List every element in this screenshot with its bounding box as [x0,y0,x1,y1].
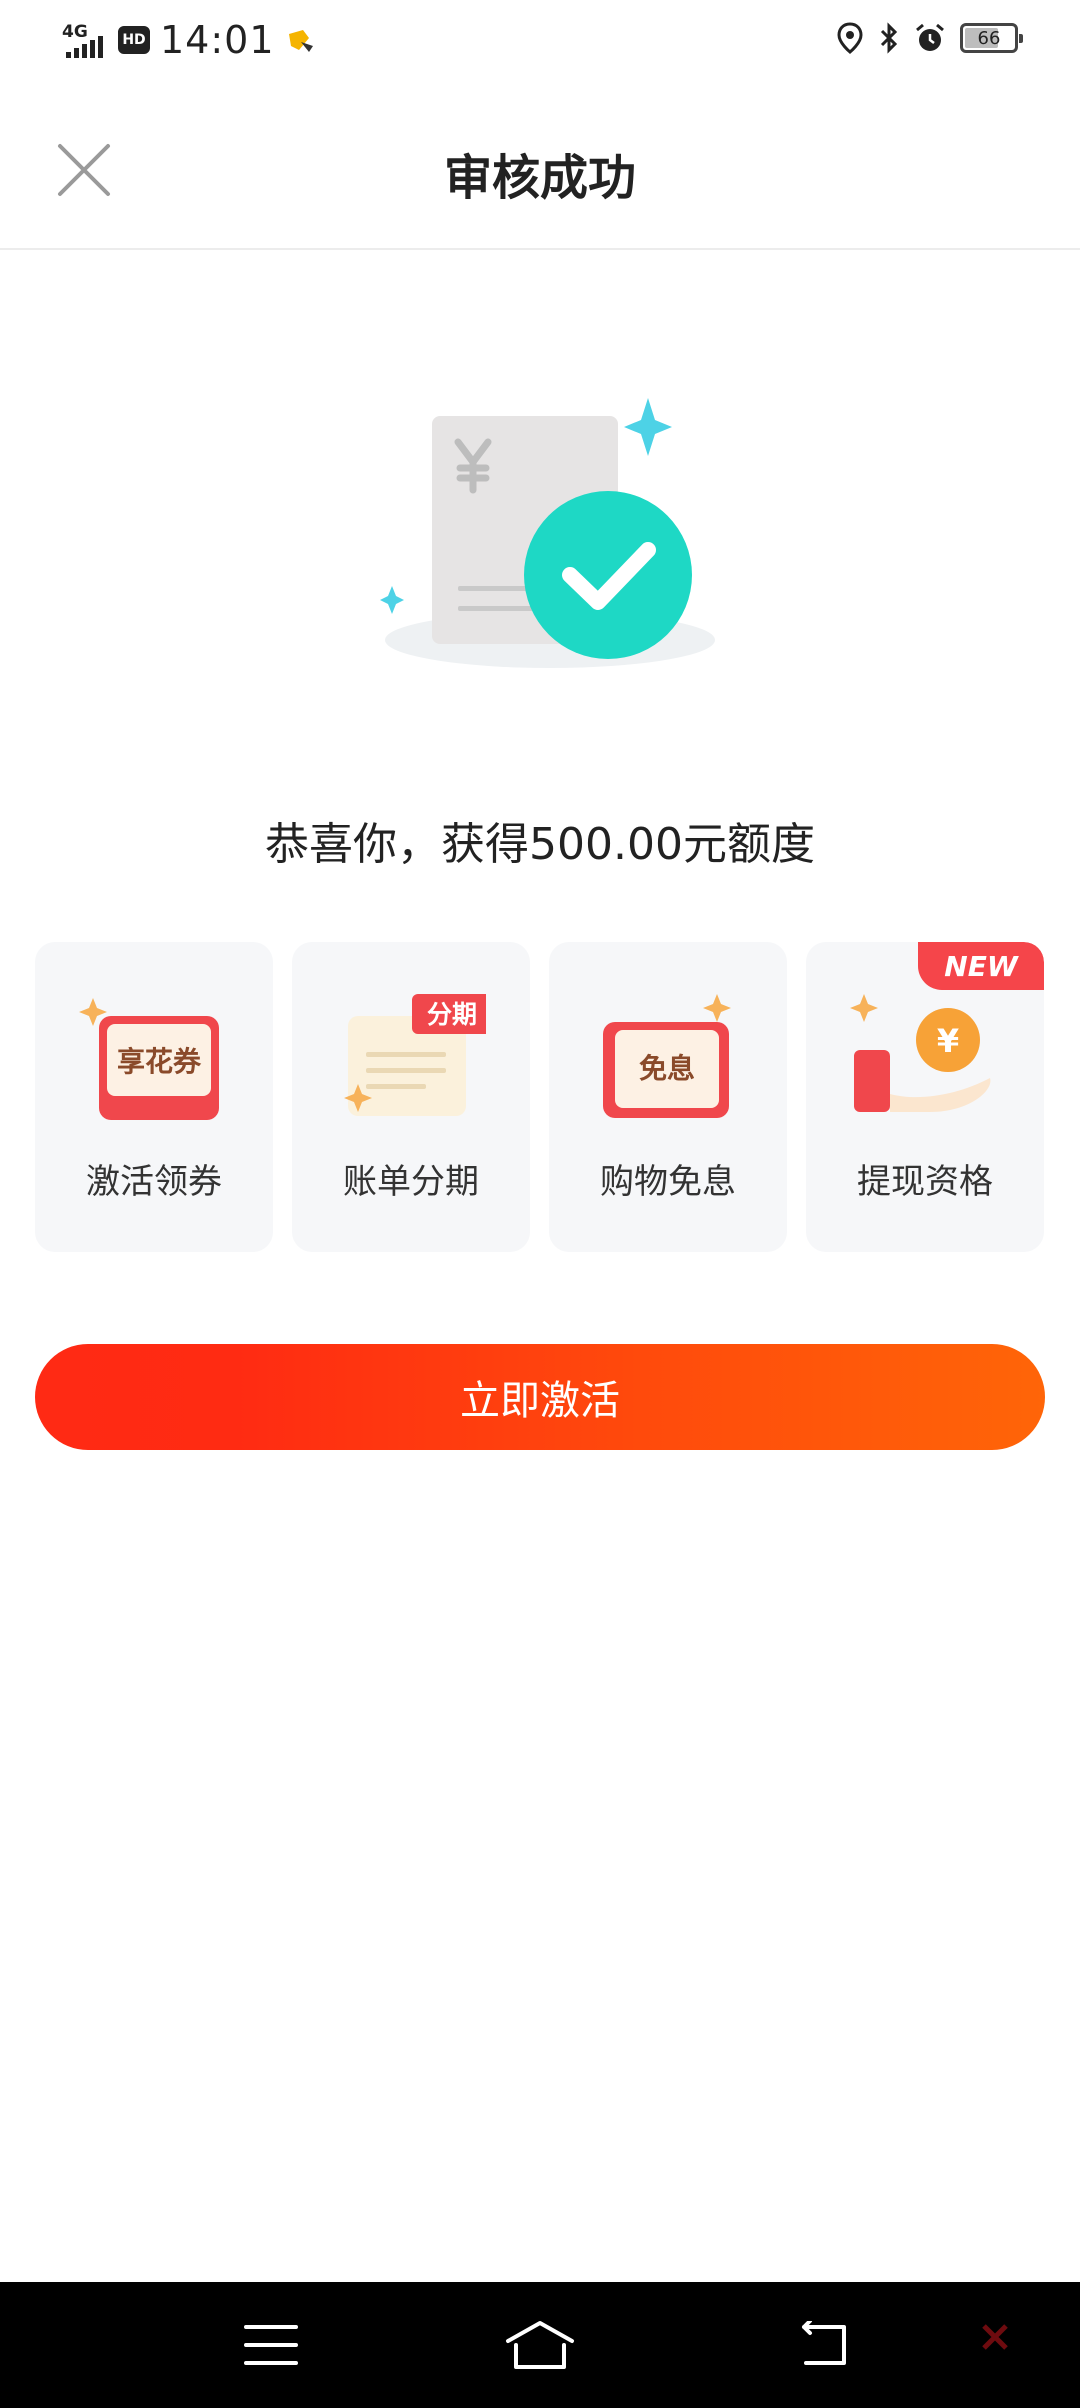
installment-bill-icon: 分期 [344,994,486,1116]
sparkle-icon [624,398,672,456]
watermark-icon [982,2324,1008,2350]
credit-result-message: 恭喜你，获得500.00元额度 [265,819,815,870]
status-bar: 4G HD 14:01 66 [0,0,1080,80]
notification-app-icon [288,30,313,52]
benefit-card-interest-free[interactable]: 免息 购物免息 [549,942,787,1252]
back-icon [802,2321,846,2365]
alarm-icon [916,23,944,51]
svg-text:分期: 分期 [427,1000,477,1029]
svg-text:¥: ¥ [937,1022,959,1060]
menu-nav-button[interactable] [236,2282,306,2408]
page-title: 审核成功 [443,150,636,206]
sparkle-small-icon [380,586,404,614]
benefit-label: 激活领券 [86,1162,222,1202]
status-left: 4G HD 14:01 [62,18,317,62]
benefits-row: 享花券 激活领券 分期 账单分期 免息 购物免息 ¥ NEW 提现资格 [35,942,1045,1252]
benefit-label: 购物免息 [600,1162,736,1202]
battery-indicator: 66 [960,23,1023,53]
coupon-icon: 享花券 [79,998,219,1120]
hd-badge: HD [118,26,150,54]
success-illustration [380,398,715,668]
back-nav-button[interactable] [794,2282,854,2408]
nav-header: 审核成功 [0,90,1080,250]
status-right: 66 [836,22,1023,54]
menu-icon [244,2325,298,2365]
home-icon [506,2321,574,2369]
activate-now-button[interactable]: 立即激活 [35,1344,1045,1450]
svg-text:免息: 免息 [639,1052,695,1085]
new-badge: NEW [918,942,1044,990]
interest-free-icon: 免息 [603,994,731,1118]
benefit-card-withdraw[interactable]: ¥ NEW 提现资格 [806,942,1044,1252]
bluetooth-icon [880,22,898,54]
watermark-logo [980,2322,1016,2352]
system-nav-bar [0,2282,1080,2408]
status-time: 14:01 [160,18,275,62]
location-icon [837,22,863,54]
benefit-card-coupon[interactable]: 享花券 激活领券 [35,942,273,1252]
signal-icon: 4G [62,20,108,60]
withdraw-coin-icon: ¥ [850,994,991,1112]
home-nav-button[interactable] [500,2282,580,2408]
battery-level: 66 [977,27,1001,49]
benefit-label: 提现资格 [857,1162,993,1202]
benefit-label: 账单分期 [343,1162,479,1202]
svg-text:享花券: 享花券 [117,1045,202,1078]
benefit-card-installment[interactable]: 分期 账单分期 [292,942,530,1252]
